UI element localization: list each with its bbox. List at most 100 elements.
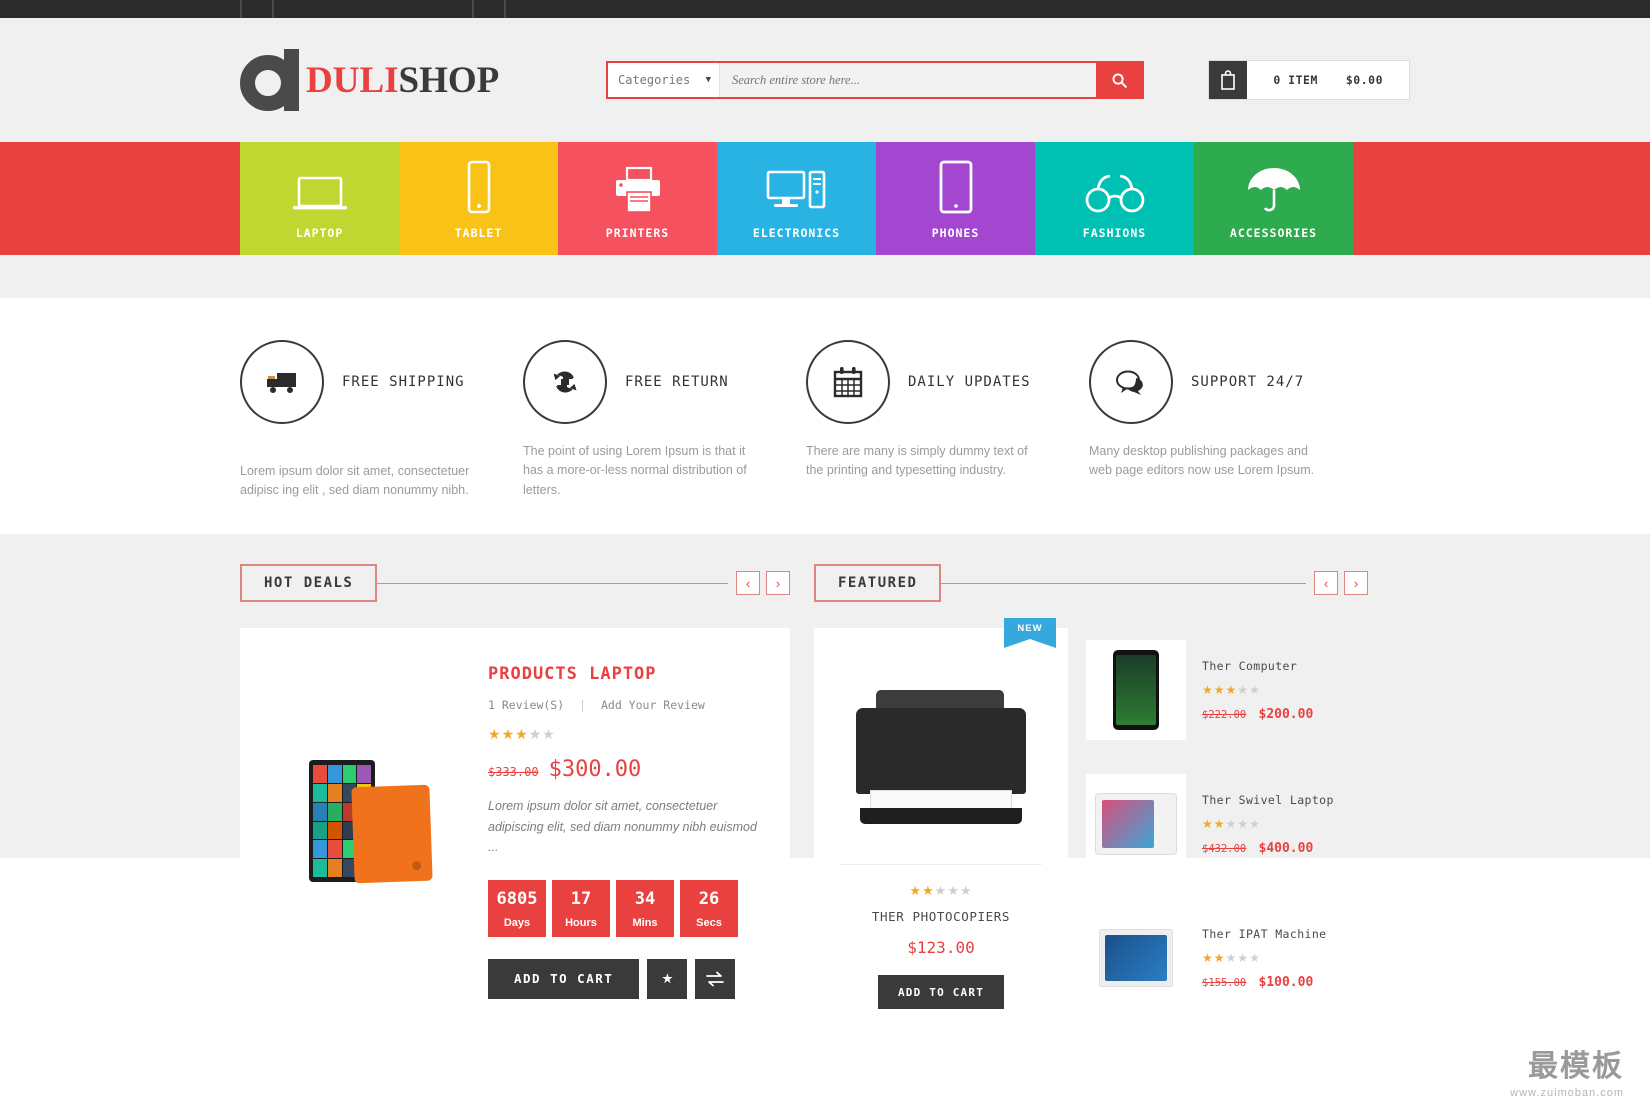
hot-deal-rating: ★★★★★: [488, 726, 556, 742]
truck-icon: [240, 340, 324, 424]
service-description: There are many is simply dummy text of t…: [806, 444, 1028, 478]
printer-icon: [611, 158, 665, 214]
hot-deal-product-name[interactable]: PRODUCTS LAPTOP: [488, 664, 760, 684]
category-item-electronics[interactable]: ELECTRONICS: [717, 142, 876, 255]
category-item-printers[interactable]: PRINTERS: [558, 142, 717, 255]
glasses-icon: [1083, 158, 1147, 214]
search-input[interactable]: [720, 63, 1096, 97]
side-product-new-price: $400.00: [1258, 840, 1314, 856]
service-title: FREE SHIPPING: [342, 374, 465, 390]
featured-card-divider: [840, 864, 1042, 865]
category-item-accessories[interactable]: ACCESSORIES: [1194, 142, 1353, 255]
service-description: The point of using Lorem Ipsum is that i…: [523, 444, 747, 497]
service-description: Many desktop publishing packages and web…: [1089, 444, 1315, 478]
compare-button[interactable]: [695, 958, 736, 999]
side-product-rating: ★★★★★: [1202, 950, 1261, 965]
side-product-new-price: $100.00: [1258, 974, 1314, 990]
featured-add-to-cart-button[interactable]: ADD TO CART: [877, 975, 1005, 1009]
hot-deals-title: HOT DEALS: [240, 564, 378, 602]
category-label: LAPTOP: [295, 225, 344, 240]
category-label: ACCESSORIES: [1229, 225, 1318, 240]
tablet-icon: [936, 158, 976, 214]
side-product-name: Ther IPAT Machine: [1202, 926, 1327, 941]
side-product-name: Ther Computer: [1202, 658, 1298, 673]
countdown-hours-label: Hours: [565, 916, 597, 929]
hot-deal-review-count: 1 Review(S): [488, 698, 565, 712]
category-item-fashions[interactable]: FASHIONS: [1035, 142, 1194, 255]
wishlist-button[interactable]: ★: [647, 958, 688, 999]
watermark-main: 最模板: [1528, 1049, 1624, 1084]
watermark: 最模板 www.zuimoban.com: [1510, 1041, 1624, 1099]
hot-deal-description: Lorem ipsum dolor sit amet, consectetuer…: [488, 799, 757, 855]
cart-summary[interactable]: 0 ITEM $0.00: [1208, 60, 1410, 100]
category-label: PRINTERS: [605, 225, 670, 240]
add-to-cart-button[interactable]: ADD TO CART: [488, 958, 640, 999]
logo-text: DULISHOP: [306, 59, 499, 102]
printer-photo[interactable]: [846, 690, 1036, 838]
top-bar-notch-left: [240, 0, 274, 18]
category-label: FASHIONS: [1082, 225, 1147, 240]
category-label: ELECTRONICS: [752, 225, 841, 240]
chevron-down-icon: ▼: [705, 75, 711, 85]
category-item-laptop[interactable]: LAPTOP: [240, 142, 399, 255]
featured-prev-button[interactable]: ‹: [1314, 571, 1338, 595]
countdown-mins: 34 Mins: [616, 879, 674, 937]
tablet-phone-icon: [462, 158, 496, 214]
side-product-rating: ★★★★★: [1202, 682, 1261, 697]
chat-bubbles-icon: [1089, 340, 1173, 424]
logo[interactable]: DULISHOP: [240, 49, 562, 111]
star-icon: ★: [661, 970, 674, 986]
logo-brand-second: SHOP: [398, 59, 500, 101]
category-navigation: LAPTOP TABLET PRINTERS ELECTRONICS PHONE…: [0, 142, 1650, 255]
cart-total: $0.00: [1345, 73, 1383, 87]
swivel-laptop-photo: [1086, 774, 1186, 874]
service-title: DAILY UPDATES: [908, 374, 1031, 390]
add-your-review-link[interactable]: Add Your Review: [601, 698, 705, 712]
hot-deals-prev-button[interactable]: ‹: [736, 571, 760, 595]
list-item[interactable]: Ther Computer ★★★★★ $222.00 $200.00: [1086, 628, 1368, 752]
hot-deals-column: HOT DEALS ‹ › PRODUCTS LAPTOP 1 Review(S…: [240, 562, 790, 1022]
umbrella-icon: [1245, 158, 1303, 214]
category-item-tablet[interactable]: TABLET: [399, 142, 558, 255]
countdown-hours-value: 17: [570, 888, 592, 909]
review-separator: |: [579, 698, 587, 712]
top-bar: [0, 0, 1650, 18]
list-item[interactable]: Ther IPAT Machine ★★★★★ $155.00 $100.00: [1086, 896, 1368, 1020]
featured-side-list: Ther Computer ★★★★★ $222.00 $200.00 Ther…: [1086, 628, 1368, 1022]
service-title: FREE RETURN: [625, 374, 729, 390]
smartphone-photo: [1086, 640, 1186, 740]
logo-d-icon: [240, 49, 302, 111]
hot-deal-card: PRODUCTS LAPTOP 1 Review(S) | Add Your R…: [240, 628, 790, 1022]
deals-and-featured-section: HOT DEALS ‹ › PRODUCTS LAPTOP 1 Review(S…: [0, 534, 1650, 1022]
service-free-shipping: FREE SHIPPING Lorem ipsum dolor sit amet…: [240, 340, 523, 534]
calendar-icon: [806, 340, 890, 424]
category-label: PHONES: [931, 225, 980, 240]
side-product-name: Ther Swivel Laptop: [1202, 792, 1334, 807]
category-nav-filler: [1353, 142, 1650, 255]
featured-title: FEATURED: [814, 564, 942, 602]
hot-deals-next-button[interactable]: ›: [766, 571, 790, 595]
hot-deal-new-price: $300.00: [548, 757, 642, 782]
featured-next-button[interactable]: ›: [1344, 571, 1368, 595]
category-select[interactable]: Categories ▼: [608, 63, 720, 97]
countdown-days: 6805 Days: [488, 879, 546, 937]
featured-product-rating: ★★★★★: [909, 883, 973, 898]
side-product-old-price: $155.00: [1202, 976, 1247, 989]
list-item[interactable]: Ther Swivel Laptop ★★★★★ $432.00 $400.00: [1086, 762, 1368, 886]
featured-product-name[interactable]: THER PHOTOCOPIERS: [830, 909, 1052, 924]
hot-deals-header: HOT DEALS ‹ ›: [240, 562, 790, 604]
service-title: SUPPORT 24/7: [1191, 374, 1305, 390]
category-select-label: Categories: [618, 73, 691, 87]
search-button[interactable]: [1096, 63, 1142, 97]
top-bar-notch-right: [472, 0, 506, 18]
side-product-old-price: $432.00: [1202, 842, 1247, 855]
cart-bag-icon: [1221, 70, 1236, 90]
refresh-icon: [523, 340, 607, 424]
compare-arrows-icon: [706, 971, 725, 987]
service-free-return: FREE RETURN The point of using Lorem Ips…: [523, 340, 806, 534]
hot-deal-image[interactable]: [240, 628, 478, 1022]
featured-product-price: $123.00: [907, 938, 975, 957]
category-item-phones[interactable]: PHONES: [876, 142, 1035, 255]
countdown-days-value: 6805: [496, 888, 538, 909]
cart-icon-container: [1209, 61, 1248, 99]
